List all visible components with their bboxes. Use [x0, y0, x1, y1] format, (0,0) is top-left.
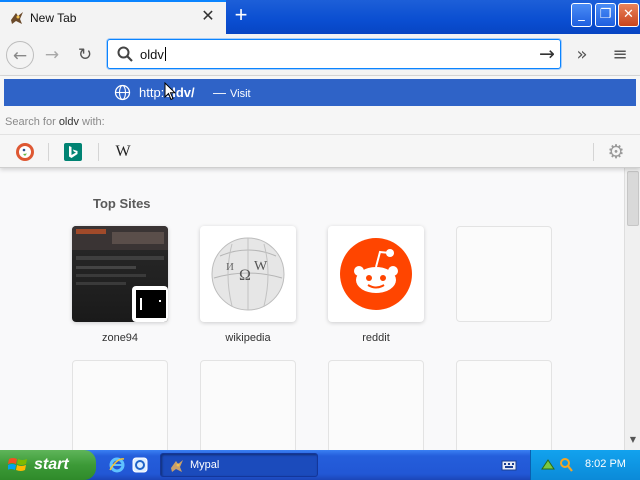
new-tab-button[interactable]: +	[230, 4, 252, 27]
url-input[interactable]: oldv	[140, 47, 166, 62]
suggestion-separator: —	[213, 85, 226, 100]
svg-text:W: W	[254, 259, 268, 274]
taskbar-item-mypal[interactable]: Mypal	[160, 453, 318, 477]
suggestion-action: Visit	[230, 88, 251, 100]
start-button[interactable]: start	[0, 450, 96, 480]
go-arrow-icon[interactable]: →	[536, 42, 558, 66]
top-site-label: reddit	[362, 332, 390, 344]
hamburger-menu-icon[interactable]: ≡	[606, 41, 634, 69]
top-site-empty[interactable]	[328, 360, 424, 450]
close-button[interactable]: ✕	[618, 3, 639, 27]
top-site-empty[interactable]	[456, 360, 552, 450]
search-icon[interactable]	[558, 457, 574, 473]
mypal-icon	[171, 460, 183, 472]
top-site-reddit[interactable]	[328, 226, 424, 322]
system-tray: 8:02 PM	[530, 450, 640, 480]
divider	[98, 143, 99, 161]
top-sites-heading: Top Sites	[93, 196, 151, 211]
mouse-cursor-icon	[164, 82, 176, 101]
taskbar: start Mypal 8:02 PM	[0, 450, 640, 480]
minimize-button[interactable]: _	[571, 3, 592, 27]
vertical-scrollbar[interactable]: ▼	[624, 168, 640, 450]
maximize-button[interactable]: ❐	[595, 3, 616, 27]
new-tab-page: Top Sites zone94 Ω W И wikipedia reddit	[0, 168, 624, 450]
reload-button[interactable]: ↻	[71, 41, 99, 69]
top-site-label: wikipedia	[225, 332, 271, 344]
suggestion-visit-row[interactable]: http:oldv/ — Visit	[4, 79, 636, 106]
svg-text:Ω: Ω	[239, 267, 251, 284]
navigation-bar: ← → ↻ oldv → » ≡	[0, 34, 640, 76]
mypal-icon	[11, 12, 23, 24]
top-site-zone94[interactable]	[72, 226, 168, 322]
top-site-empty[interactable]	[456, 226, 552, 322]
start-label: start	[34, 456, 69, 473]
top-site-empty[interactable]	[200, 360, 296, 450]
internet-explorer-icon[interactable]	[108, 456, 126, 474]
top-site-empty[interactable]	[72, 360, 168, 450]
tab-new-tab[interactable]: New Tab ✕	[0, 0, 226, 34]
overflow-chevron-icon[interactable]: »	[568, 41, 596, 69]
divider	[48, 143, 49, 161]
email-client-icon[interactable]	[131, 456, 149, 474]
back-button[interactable]: ←	[6, 41, 34, 69]
keyboard-icon[interactable]	[501, 458, 517, 472]
scroll-down-arrow-icon[interactable]: ▼	[627, 434, 639, 446]
url-bar[interactable]: oldv →	[107, 39, 561, 69]
safely-remove-hardware-icon[interactable]	[540, 457, 556, 473]
url-autocomplete-popup: http:oldv/ — Visit Search for oldv with:…	[0, 76, 640, 168]
top-site-label: zone94	[101, 332, 139, 344]
search-icon	[117, 46, 133, 62]
reddit-icon	[340, 238, 412, 310]
taskbar-item-label: Mypal	[190, 459, 220, 471]
zone94-favicon	[132, 286, 168, 322]
tab-title: New Tab	[30, 11, 77, 25]
gear-icon[interactable]: ⚙	[605, 141, 627, 163]
one-off-search-engines: W ⚙	[0, 134, 640, 168]
search-with-label: Search for oldv with:	[5, 116, 105, 128]
forward-button[interactable]: →	[38, 41, 66, 69]
bing-icon[interactable]	[62, 141, 84, 163]
divider	[593, 143, 594, 161]
windows-flag-icon	[8, 458, 27, 471]
title-bar: New Tab ✕ + _ ❐ ✕	[0, 0, 640, 34]
globe-icon	[114, 84, 131, 101]
wikipedia-globe-icon: Ω W И	[211, 237, 285, 311]
clock: 8:02 PM	[585, 458, 626, 470]
tab-close-icon[interactable]: ✕	[200, 9, 216, 25]
duckduckgo-icon[interactable]	[14, 141, 36, 163]
top-site-wikipedia[interactable]: Ω W И	[200, 226, 296, 322]
svg-text:И: И	[226, 261, 234, 273]
scrollbar-thumb[interactable]	[627, 171, 639, 226]
wikipedia-icon[interactable]: W	[112, 141, 134, 163]
